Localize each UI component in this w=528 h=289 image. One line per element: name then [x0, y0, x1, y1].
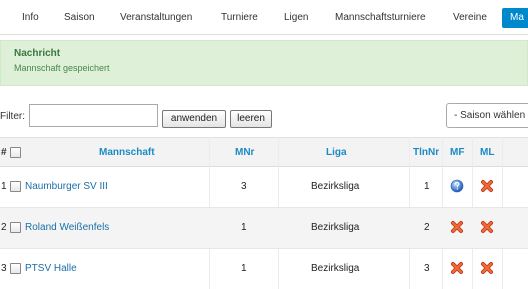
tab-veranstaltungen[interactable]: Veranstaltungen: [120, 8, 192, 28]
team-link[interactable]: Roland Weißenfels: [25, 222, 109, 233]
table-row: 1 Naumburger SV III 3 Bezirksliga 1: [0, 167, 528, 208]
team-league: Bezirksliga: [311, 263, 360, 274]
tab-info[interactable]: Info: [22, 8, 39, 28]
header-index: #: [1, 147, 7, 158]
participant-number: 3: [424, 263, 430, 274]
participant-number: 1: [424, 181, 430, 192]
table-row: 2 Roland Weißenfels 1 Bezirksliga 2: [0, 208, 528, 249]
header-tlnnr[interactable]: TlnNr: [413, 147, 439, 158]
row-index: 1: [1, 181, 7, 192]
message-text: Mannschaft gespeichert: [14, 63, 110, 73]
team-league: Bezirksliga: [311, 181, 360, 192]
select-all-checkbox[interactable]: [10, 147, 21, 158]
delete-x-icon[interactable]: [480, 179, 494, 193]
tab-saison[interactable]: Saison: [64, 8, 95, 28]
table-row: 3 PTSV Halle 1 Bezirksliga 3: [0, 249, 528, 289]
success-message: Nachricht Mannschaft gespeichert: [0, 40, 528, 86]
team-number: 3: [241, 181, 247, 192]
delete-x-icon[interactable]: [480, 261, 494, 275]
tab-ligen[interactable]: Ligen: [284, 8, 308, 28]
clear-filter-button[interactable]: leeren: [230, 110, 272, 128]
header-ml[interactable]: ML: [480, 147, 494, 158]
team-number: 1: [241, 263, 247, 274]
header-team[interactable]: Mannschaft: [99, 147, 155, 158]
main-tab-bar: Info Saison Veranstaltungen Turniere Lig…: [0, 0, 528, 35]
delete-x-icon[interactable]: [450, 220, 464, 234]
header-league[interactable]: Liga: [326, 147, 347, 158]
team-league: Bezirksliga: [311, 222, 360, 233]
team-number: 1: [241, 222, 247, 233]
row-index: 2: [1, 222, 7, 233]
row-checkbox[interactable]: [10, 222, 21, 233]
filter-label: Filter:: [0, 111, 25, 122]
header-mnr[interactable]: MNr: [235, 147, 254, 158]
header-mf[interactable]: MF: [450, 147, 464, 158]
tab-mannschaftsturniere[interactable]: Mannschaftsturniere: [335, 8, 426, 28]
delete-x-icon[interactable]: [480, 220, 494, 234]
row-checkbox[interactable]: [10, 181, 21, 192]
app-root: Info Saison Veranstaltungen Turniere Lig…: [0, 0, 528, 289]
team-link[interactable]: PTSV Halle: [25, 263, 77, 274]
filter-input[interactable]: [29, 104, 158, 127]
team-link[interactable]: Naumburger SV III: [25, 181, 108, 192]
apply-filter-button[interactable]: anwenden: [162, 110, 226, 128]
season-select[interactable]: - Saison wählen -: [446, 103, 528, 128]
tab-mannschaften[interactable]: Ma: [502, 8, 528, 28]
delete-x-icon[interactable]: [450, 261, 464, 275]
tab-turniere[interactable]: Turniere: [221, 8, 258, 28]
participant-number: 2: [424, 222, 430, 233]
table-header: # Mannschaft MNr Liga TlnNr MF ML: [0, 137, 528, 167]
row-checkbox[interactable]: [10, 263, 21, 274]
info-globe-icon[interactable]: [450, 179, 464, 193]
message-title: Nachricht: [14, 48, 61, 59]
tab-vereine[interactable]: Vereine: [453, 8, 487, 28]
row-index: 3: [1, 263, 7, 274]
